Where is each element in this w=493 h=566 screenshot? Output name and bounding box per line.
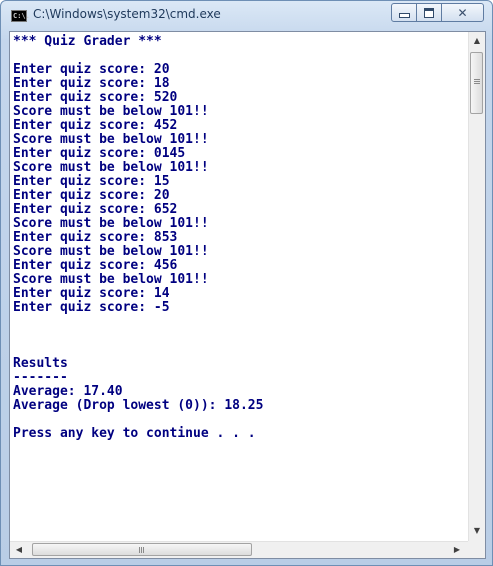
thumb-grip-icon [139, 547, 140, 553]
console-line: Enter quiz score: 14 [13, 286, 170, 301]
console-line: Average: 17.40 [13, 384, 123, 399]
close-button[interactable]: ✕ [441, 3, 484, 22]
console-line: Results [13, 356, 68, 371]
thumb-grip-icon [474, 79, 480, 80]
console-line: Enter quiz score: 456 [13, 258, 178, 273]
scroll-down-arrow-icon[interactable]: ▼ [469, 526, 485, 535]
console-line: Score must be below 101!! [13, 244, 209, 259]
console-line: Enter quiz score: 652 [13, 202, 178, 217]
console-line: Score must be below 101!! [13, 132, 209, 147]
console-line: Score must be below 101!! [13, 216, 209, 231]
window-title: C:\Windows\system32\cmd.exe [33, 7, 221, 21]
console-client-area: *** Quiz Grader *** Enter quiz score: 20 E… [9, 31, 486, 559]
cmd-app-icon[interactable]: C:\. [11, 10, 30, 22]
scroll-up-arrow-icon[interactable]: ▲ [469, 36, 485, 45]
console-line: Enter quiz score: 15 [13, 174, 170, 189]
console-line: Score must be below 101!! [13, 160, 209, 175]
caption-buttons: ✕ [391, 3, 484, 22]
console-line: Enter quiz score: 853 [13, 230, 178, 245]
console-line: Average (Drop lowest (0)): 18.25 [13, 398, 264, 413]
console-line: ------- [13, 370, 68, 385]
close-icon: ✕ [457, 5, 468, 20]
minimize-icon [398, 13, 410, 18]
console-line: Score must be below 101!! [13, 272, 209, 287]
console-line: Enter quiz score: 18 [13, 76, 170, 91]
console-line: Enter quiz score: 20 [13, 188, 170, 203]
console-line: Enter quiz score: 20 [13, 62, 170, 77]
horizontal-scroll-thumb[interactable] [32, 543, 252, 556]
scroll-right-arrow-icon[interactable]: ▶ [452, 545, 462, 554]
console-output[interactable]: *** Quiz Grader *** Enter quiz score: 20 E… [10, 32, 468, 541]
minimize-button[interactable] [391, 3, 417, 22]
scroll-left-arrow-icon[interactable]: ◀ [14, 545, 24, 554]
vertical-scrollbar[interactable]: ▲ ▼ [468, 32, 485, 541]
resize-grip[interactable] [468, 541, 485, 558]
console-line: Score must be below 101!! [13, 104, 209, 119]
console-window: C:\. C:\Windows\system32\cmd.exe ✕ *** Q… [0, 0, 493, 566]
console-line: Enter quiz score: 0145 [13, 146, 186, 161]
horizontal-scrollbar[interactable]: ◀ ▶ [10, 541, 468, 558]
maximize-button[interactable] [416, 3, 442, 22]
vertical-scroll-thumb[interactable] [470, 52, 483, 114]
console-line: Press any key to continue . . . [13, 426, 256, 441]
console-line: Enter quiz score: 452 [13, 118, 178, 133]
maximize-icon [424, 7, 434, 18]
console-line: Enter quiz score: -5 [13, 300, 170, 315]
console-line: Enter quiz score: 520 [13, 90, 178, 105]
title-bar[interactable]: C:\. C:\Windows\system32\cmd.exe ✕ [1, 1, 492, 31]
console-line: *** Quiz Grader *** [13, 34, 162, 49]
app-icon-text: C:\. [13, 12, 30, 20]
